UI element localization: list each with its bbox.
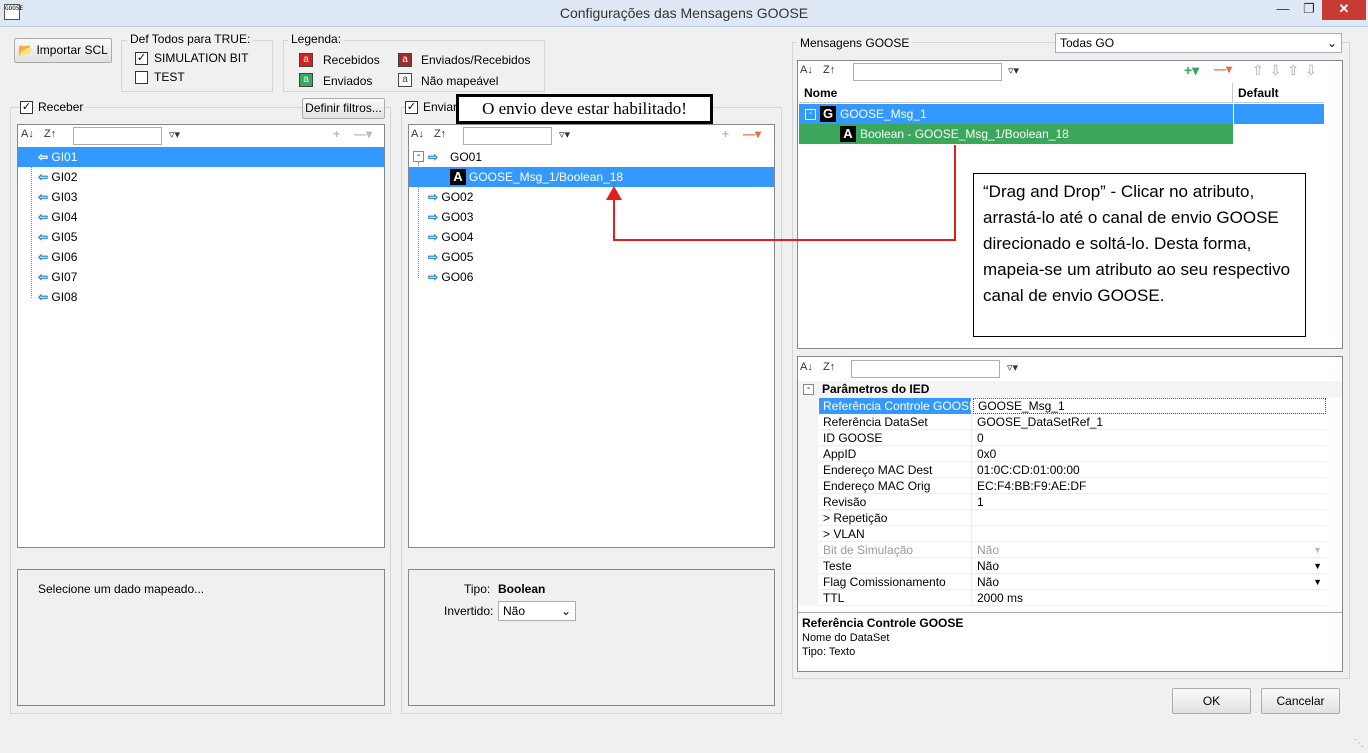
drag-arrow [606,145,956,241]
